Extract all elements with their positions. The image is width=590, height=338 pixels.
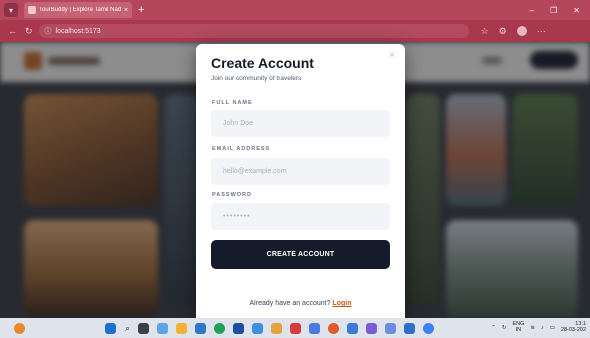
browser-more-icon[interactable]: ⋯ xyxy=(537,26,546,37)
widgets-icon[interactable] xyxy=(157,322,169,334)
bookmark-star-icon[interactable]: ☆ xyxy=(481,26,489,37)
task-view-icon[interactable] xyxy=(138,322,150,334)
chrome-icon[interactable] xyxy=(214,322,226,334)
back-icon[interactable]: ← xyxy=(8,26,17,36)
language-indicator[interactable]: ENG IN xyxy=(512,321,524,334)
restore-icon[interactable]: ❐ xyxy=(550,6,557,15)
modal-title: Create Account xyxy=(211,55,314,71)
system-tray: ⌃ ↻ ENG IN ≋ ♪ ▭ 13:1 28-03-202 xyxy=(491,321,590,334)
weather-icon[interactable] xyxy=(14,322,25,334)
windows-start-icon[interactable] xyxy=(105,322,116,334)
app-icon[interactable] xyxy=(423,322,435,334)
store-icon[interactable] xyxy=(233,322,245,334)
password-field[interactable]: •••••••• xyxy=(211,203,390,230)
edge-icon[interactable] xyxy=(195,322,207,334)
tab-close-icon[interactable]: × xyxy=(124,7,128,14)
clock[interactable]: 13:1 28-03-202 xyxy=(560,321,586,334)
reload-icon[interactable]: ↻ xyxy=(25,26,33,37)
browser-address-bar: ← ↻ ⓘ localhost:5173 ☆ ⚙ ⋯ xyxy=(0,20,590,42)
browser-tab[interactable]: TourBuddy | Explore Tamil Nadu × xyxy=(24,2,132,18)
password-label: PASSWORD xyxy=(212,192,252,198)
full-name-field[interactable]: John Doe xyxy=(211,110,390,137)
modal-subtitle: Join our community of travelers xyxy=(211,75,302,82)
tab-favicon-icon xyxy=(28,6,36,14)
login-prompt: Already have an account? Login xyxy=(196,300,405,307)
site-info-icon[interactable]: ⓘ xyxy=(45,26,52,36)
app-icon[interactable] xyxy=(309,322,321,334)
app-icon[interactable] xyxy=(347,322,359,334)
full-name-label: FULL NAME xyxy=(212,100,253,106)
tray-overflow-icon[interactable]: ⌃ xyxy=(491,325,496,331)
browser-titlebar: ▾ TourBuddy | Explore Tamil Nadu × + – ❐… xyxy=(0,0,590,20)
minimize-icon[interactable]: – xyxy=(530,6,534,15)
tab-title: TourBuddy | Explore Tamil Nadu xyxy=(39,7,121,13)
window-controls: – ❐ ✕ xyxy=(530,6,590,15)
search-icon[interactable]: ⌕ xyxy=(125,323,130,334)
app-icon[interactable] xyxy=(328,322,340,334)
login-link[interactable]: Login xyxy=(332,300,351,307)
login-prompt-text: Already have an account? xyxy=(249,300,331,307)
app-icon[interactable] xyxy=(404,322,416,334)
file-explorer-icon[interactable] xyxy=(176,322,188,334)
app-icon[interactable] xyxy=(290,322,302,334)
vscode-icon[interactable] xyxy=(252,322,264,334)
wifi-icon[interactable]: ≋ xyxy=(530,325,535,331)
close-icon[interactable]: × xyxy=(389,51,395,61)
email-label: EMAIL ADDRESS xyxy=(212,146,271,152)
battery-icon[interactable]: ▭ xyxy=(550,325,555,331)
new-tab-button[interactable]: + xyxy=(138,4,144,16)
email-field[interactable]: hello@example.com xyxy=(211,158,390,185)
app-icon[interactable] xyxy=(385,322,397,334)
volume-icon[interactable]: ♪ xyxy=(541,325,544,331)
extensions-icon[interactable]: ⚙ xyxy=(499,26,507,37)
profile-avatar[interactable] xyxy=(516,26,527,36)
browser-menu-icon[interactable]: ▾ xyxy=(4,3,18,17)
create-account-modal: × Create Account Join our community of t… xyxy=(196,44,405,318)
clock-date: 28-03-202 xyxy=(560,327,586,333)
taskbar: ⌕ ⌃ ↻ ENG IN ≋ ♪ ▭ 13:1 28-03-202 xyxy=(0,318,590,338)
url-field[interactable]: ⓘ localhost:5173 xyxy=(38,24,469,38)
url-text: localhost:5173 xyxy=(55,27,101,35)
create-account-button[interactable]: CREATE ACCOUNT xyxy=(211,240,390,269)
address-bar-actions: ☆ ⚙ ⋯ xyxy=(481,26,546,37)
window-close-icon[interactable]: ✕ xyxy=(573,6,580,15)
region-code: IN xyxy=(515,327,522,333)
app-icon[interactable] xyxy=(366,322,378,334)
app-icon[interactable] xyxy=(271,322,283,334)
sync-icon[interactable]: ↻ xyxy=(502,325,507,331)
